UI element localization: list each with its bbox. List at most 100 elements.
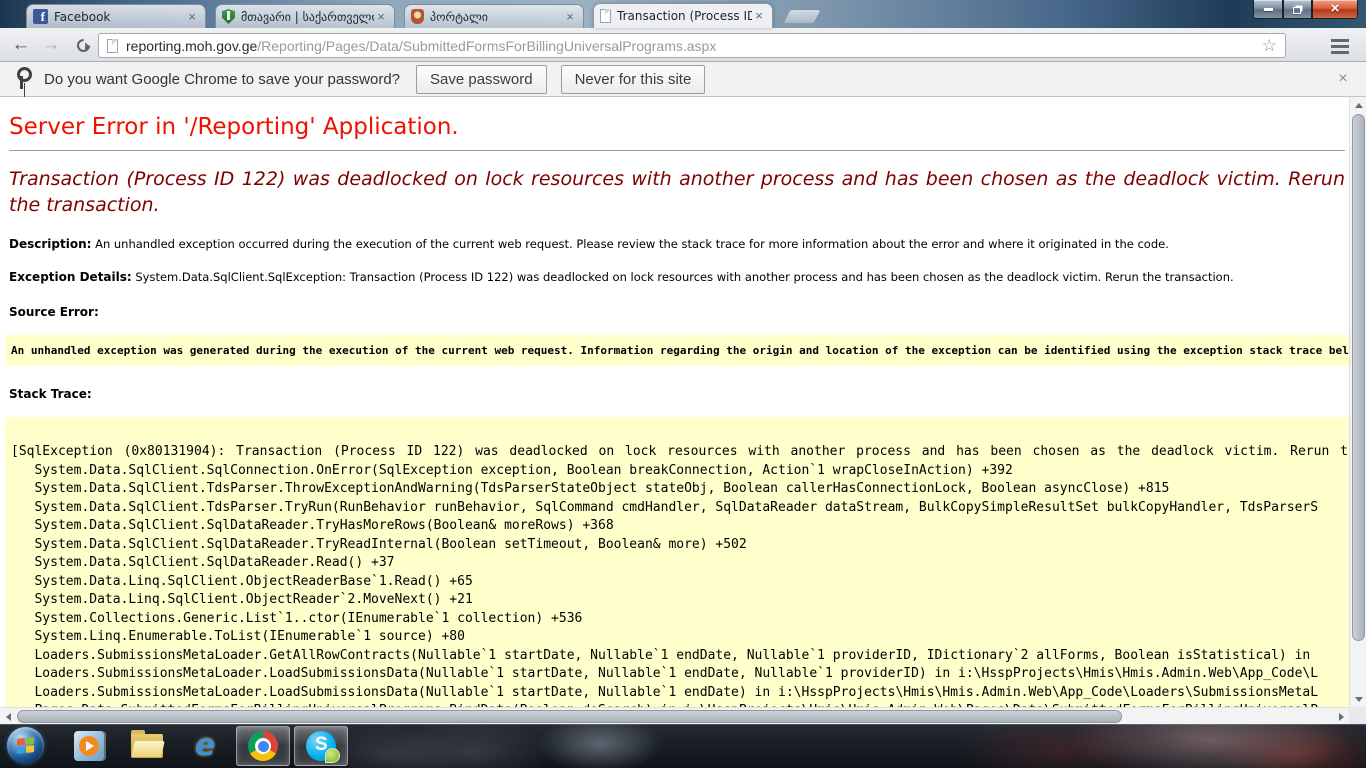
close-icon <box>1331 0 1340 18</box>
minimize-icon <box>1264 8 1273 11</box>
taskbar-item-internet-explorer[interactable]: e <box>178 726 232 766</box>
stack-trace-line: System.Data.Linq.SqlClient.ObjectReader`… <box>11 591 1343 610</box>
close-infobar-icon[interactable] <box>1334 70 1352 88</box>
stack-trace-line: System.Data.SqlClient.SqlDataReader.TryR… <box>11 536 1343 555</box>
stack-trace-box: [SqlException (0x80131904): Transaction … <box>5 417 1349 707</box>
facebook-icon <box>33 9 48 24</box>
error-subtitle: Transaction (Process ID 122) was deadloc… <box>9 166 1345 218</box>
stack-trace-line: Loaders.SubmissionsMetaLoader.LoadSubmis… <box>11 665 1343 684</box>
stack-trace-line: System.Data.Linq.SqlClient.ObjectReaderB… <box>11 573 1343 592</box>
tab-transaction-active[interactable]: Transaction (Process ID 12 <box>593 3 773 28</box>
source-error-box: An unhandled exception was generated dur… <box>5 335 1349 366</box>
exception-row: Exception Details: System.Data.SqlClient… <box>9 270 1345 284</box>
scroll-up-arrow[interactable] <box>1350 97 1366 113</box>
scroll-down-arrow[interactable] <box>1350 691 1366 707</box>
desktop-screen: Facebook მთავარი | საქართველოს პორტალი T… <box>0 0 1366 768</box>
restore-icon <box>1293 7 1301 14</box>
close-tab-icon[interactable] <box>752 9 766 23</box>
reload-icon <box>74 36 92 54</box>
stack-trace-line: System.Linq.Enumerable.ToList(IEnumerabl… <box>11 628 1343 647</box>
error-page: Server Error in '/Reporting' Application… <box>0 97 1349 707</box>
taskbar: e 14:22 22.05.2014 <box>0 724 1366 768</box>
taskbar-item-media-player[interactable] <box>62 726 116 766</box>
stack-trace-line: [SqlException (0x80131904): Transaction … <box>11 443 1343 462</box>
description-text: An unhandled exception occurred during t… <box>95 237 1169 251</box>
stack-trace-line: System.Data.SqlClient.TdsParser.TryRun(R… <box>11 499 1343 518</box>
scrollbar-corner <box>1349 707 1366 724</box>
close-tab-icon[interactable] <box>374 10 388 24</box>
folder-icon <box>131 734 163 758</box>
address-bar[interactable]: reporting.moh.gov.ge/Reporting/Pages/Dat… <box>98 33 1286 58</box>
browser-titlebar: Facebook მთავარი | საქართველოს პორტალი T… <box>0 0 1366 28</box>
chrome-icon <box>248 731 278 761</box>
horizontal-scrollbar[interactable] <box>0 707 1349 724</box>
page-icon <box>600 9 611 23</box>
url-path: /Reporting/Pages/Data/SubmittedFormsForB… <box>257 38 716 54</box>
new-tab-button[interactable] <box>782 9 822 24</box>
close-window-button[interactable] <box>1312 0 1358 19</box>
taskbar-item-chrome-active[interactable] <box>236 726 290 766</box>
error-title: Server Error in '/Reporting' Application… <box>9 114 1345 151</box>
save-password-button[interactable]: Save password <box>416 65 547 94</box>
back-button[interactable] <box>8 32 34 58</box>
url-domain: reporting.moh.gov.ge <box>126 38 257 54</box>
save-password-infobar: Do you want Google Chrome to save your p… <box>0 62 1366 97</box>
infobar-message: Do you want Google Chrome to save your p… <box>44 71 400 88</box>
tab-title: პორტალი <box>430 10 563 24</box>
bookmark-star-icon[interactable] <box>1262 36 1277 56</box>
stack-trace-line: Loaders.SubmissionsMetaLoader.LoadSubmis… <box>11 684 1343 703</box>
triangle-right-icon <box>1339 713 1348 721</box>
skype-icon <box>306 731 336 761</box>
tab-mtavari[interactable]: მთავარი | საქართველოს <box>215 4 395 28</box>
scroll-right-arrow[interactable] <box>1333 708 1349 725</box>
stack-trace-line: System.Data.SqlClient.SqlDataReader.TryH… <box>11 517 1343 536</box>
triangle-down-icon <box>1355 697 1363 706</box>
minimize-button[interactable] <box>1253 0 1283 19</box>
chrome-menu-button[interactable] <box>1324 35 1356 57</box>
tab-facebook[interactable]: Facebook <box>26 4 206 28</box>
vertical-scrollbar-thumb[interactable] <box>1352 114 1365 641</box>
triangle-left-icon <box>2 713 11 721</box>
shield-icon <box>222 9 235 24</box>
exception-text: System.Data.SqlClient.SqlException: Tran… <box>135 270 1233 284</box>
stack-trace-label: Stack Trace: <box>9 387 1345 401</box>
windows-logo-icon <box>17 737 34 754</box>
tab-title: Transaction (Process ID 12 <box>617 9 752 23</box>
forward-button[interactable] <box>38 32 64 58</box>
triangle-up-icon <box>1355 99 1363 108</box>
url-text: reporting.moh.gov.ge/Reporting/Pages/Dat… <box>126 38 1262 54</box>
page-icon <box>107 39 118 53</box>
media-player-icon <box>74 731 104 761</box>
horizontal-scrollbar-thumb[interactable] <box>17 710 1122 723</box>
emblem-icon <box>411 9 424 24</box>
browser-toolbar: reporting.moh.gov.ge/Reporting/Pages/Dat… <box>0 28 1366 62</box>
tab-title: მთავარი | საქართველოს <box>241 10 374 24</box>
internet-explorer-icon: e <box>195 731 215 761</box>
back-icon <box>12 34 31 56</box>
stack-trace-line: System.Data.SqlClient.SqlDataReader.Read… <box>11 554 1343 573</box>
tab-strip: Facebook მთავარი | საქართველოს პორტალი T… <box>26 3 818 28</box>
restore-button[interactable] <box>1283 0 1312 19</box>
stack-trace-line: System.Data.SqlClient.TdsParser.ThrowExc… <box>11 480 1343 499</box>
taskbar-item-explorer[interactable] <box>120 726 174 766</box>
taskbar-item-skype-active[interactable] <box>294 726 348 766</box>
exception-label: Exception Details: <box>9 270 132 284</box>
forward-icon <box>42 34 61 56</box>
never-for-site-button[interactable]: Never for this site <box>561 65 706 94</box>
scroll-left-arrow[interactable] <box>0 708 16 725</box>
description-label: Description: <box>9 237 91 251</box>
close-tab-icon[interactable] <box>185 10 199 24</box>
window-controls <box>1253 0 1358 19</box>
reload-button[interactable] <box>70 32 96 58</box>
description-row: Description: An unhandled exception occu… <box>9 237 1345 251</box>
stack-trace-line: System.Data.SqlClient.SqlConnection.OnEr… <box>11 462 1343 481</box>
key-icon <box>14 67 30 91</box>
start-button[interactable] <box>7 727 44 764</box>
tab-title: Facebook <box>54 10 185 24</box>
tab-portali[interactable]: პორტალი <box>404 4 584 28</box>
close-tab-icon[interactable] <box>563 10 577 24</box>
stack-trace-line: System.Collections.Generic.List`1..ctor(… <box>11 610 1343 629</box>
stack-trace-line: Loaders.SubmissionsMetaLoader.GetAllRowC… <box>11 647 1343 666</box>
vertical-scrollbar[interactable] <box>1349 97 1366 707</box>
source-error-label: Source Error: <box>9 305 1345 319</box>
